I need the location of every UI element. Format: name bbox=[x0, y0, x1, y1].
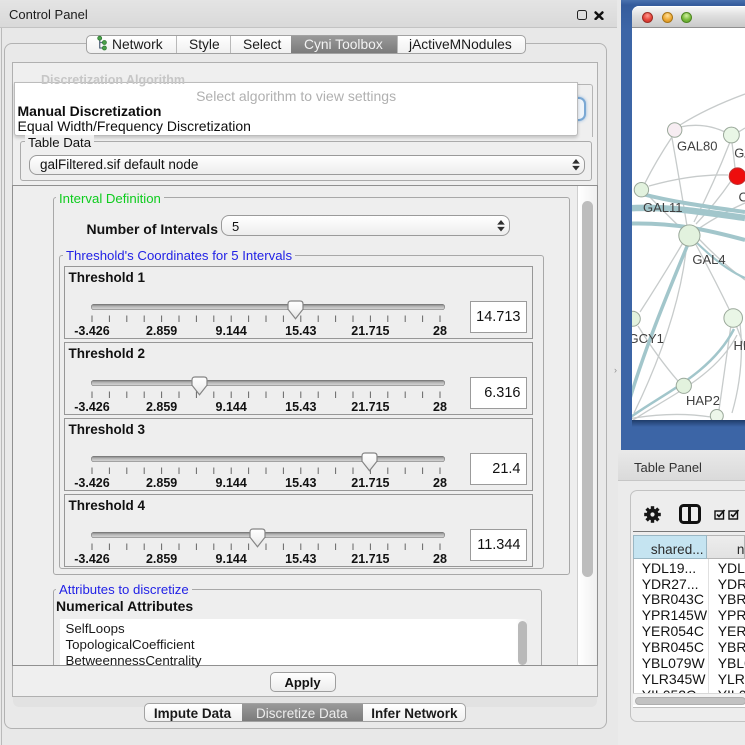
svg-text:CYC: CYC bbox=[739, 190, 745, 205]
svg-text:GCY1: GCY1 bbox=[632, 331, 664, 346]
svg-text:HAP2: HAP2 bbox=[686, 393, 720, 408]
svg-text:GAL4: GAL4 bbox=[692, 252, 725, 267]
svg-text:GAL80: GAL80 bbox=[677, 139, 717, 154]
svg-text:GAL11: GAL11 bbox=[643, 200, 683, 215]
svg-text:HIS: HIS bbox=[734, 338, 745, 353]
svg-text:GAL2: GAL2 bbox=[734, 146, 745, 161]
